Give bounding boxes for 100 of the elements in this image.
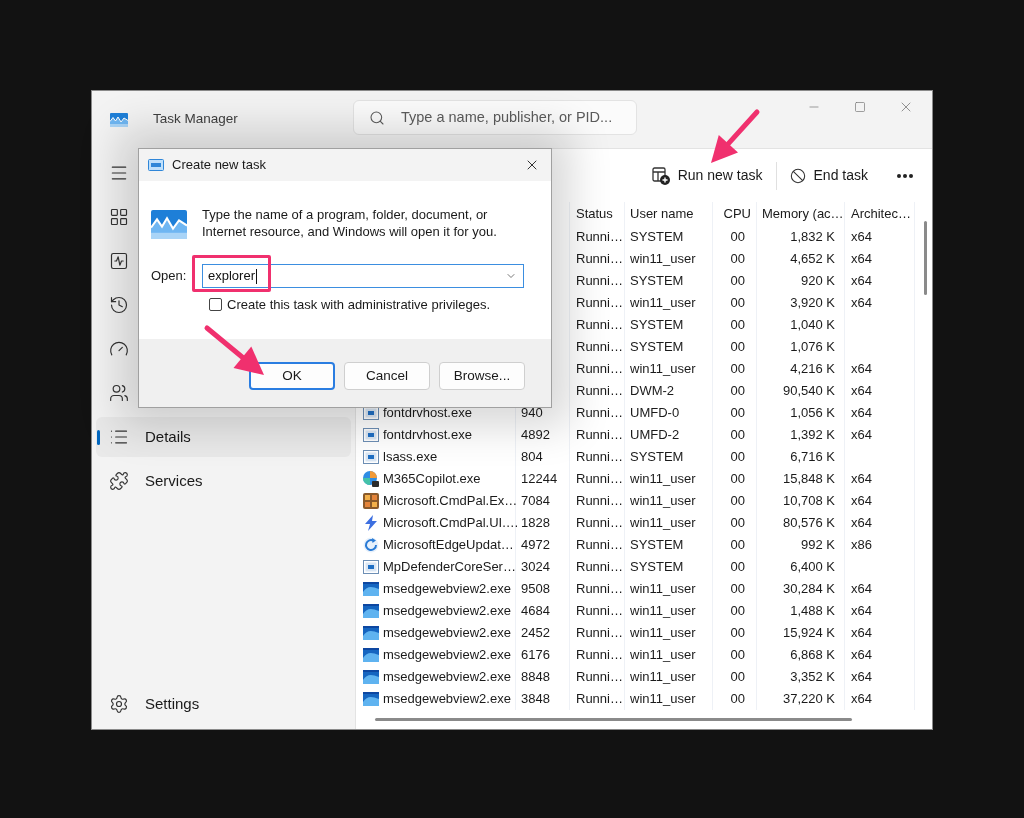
- table-cell-text: 00: [730, 316, 745, 335]
- table-cell-text: x64: [851, 360, 872, 379]
- table-cell-text: UMFD-2: [630, 426, 680, 445]
- table-cell-text: Runni…: [576, 250, 623, 269]
- table-cell-text: 4892: [521, 426, 550, 445]
- table-cell-text: 00: [730, 668, 745, 687]
- table-cell-text: 00: [730, 382, 745, 401]
- table-cell-text: Runni…: [576, 668, 623, 687]
- process-name: M365Copilot.exe: [383, 470, 481, 489]
- table-cell-text: 00: [730, 558, 745, 577]
- table-cell-text: Runni…: [576, 624, 623, 643]
- table-cell-text: x64: [851, 250, 872, 269]
- table-cell-text: Runni…: [576, 360, 623, 379]
- table-cell-text: 6,400 K: [790, 558, 835, 577]
- process-name: MicrosoftEdgeUpdat…: [383, 536, 514, 555]
- table-cell-text: 00: [730, 470, 745, 489]
- table-cell-text: 00: [730, 294, 745, 313]
- table-cell-text: win11_user: [630, 646, 696, 665]
- process-name: fontdrvhost.exe: [383, 426, 472, 445]
- table-cell-text: x64: [851, 668, 872, 687]
- table-cell-text: 15,924 K: [782, 624, 835, 643]
- table-cell-text: 37,220 K: [782, 690, 835, 709]
- table-cell-text: 992 K: [801, 536, 835, 555]
- table-cell-text: x64: [851, 624, 872, 643]
- table-cell-text: x86: [851, 536, 872, 555]
- table-cell-text: 804: [521, 448, 543, 467]
- table-cell-text: SYSTEM: [630, 448, 684, 467]
- table-cell-text: Runni…: [576, 536, 623, 555]
- process-name: lsass.exe: [383, 448, 438, 467]
- table-cell-text: x64: [851, 646, 872, 665]
- table-cell-text: SYSTEM: [630, 536, 684, 555]
- dialog-title: Create new task: [172, 156, 266, 175]
- table-cell-text: 920 K: [801, 272, 835, 291]
- table-cell-text: Runni…: [576, 514, 623, 533]
- table-cell-text: 15,848 K: [782, 470, 835, 489]
- table-cell-text: Runni…: [576, 690, 623, 709]
- table-cell-text: 4684: [521, 602, 550, 621]
- table-cell-text: Runni…: [576, 272, 623, 291]
- process-name: msedgewebview2.exe: [383, 646, 511, 665]
- table-cell-text: 00: [730, 492, 745, 511]
- table-cell-text: 00: [730, 624, 745, 643]
- table-cell-text: 00: [730, 448, 745, 467]
- table-cell-text: x64: [851, 404, 872, 423]
- table-cell-text: Runni…: [576, 492, 623, 511]
- table-cell-text: 9508: [521, 580, 550, 599]
- table-cell-text: Runni…: [576, 602, 623, 621]
- table-cell-text: 00: [730, 514, 745, 533]
- table-cell-text: 12244: [521, 470, 558, 489]
- table-cell-text: SYSTEM: [630, 228, 684, 247]
- checkbox-label: Create this task with administrative privileges.: [227, 296, 490, 314]
- table-cell-text: 7084: [521, 492, 550, 511]
- table-cell-text: 3,352 K: [790, 668, 835, 687]
- table-cell-text: win11_user: [630, 492, 696, 511]
- table-cell-text: x64: [851, 580, 872, 599]
- table-cell-text: 1,488 K: [790, 602, 835, 621]
- table-cell-text: Runni…: [576, 404, 623, 423]
- table-cell-text: x64: [851, 492, 872, 511]
- process-name: msedgewebview2.exe: [383, 602, 511, 621]
- table-cell-text: win11_user: [630, 470, 696, 489]
- table-cell-text: x64: [851, 690, 872, 709]
- table-cell-text: SYSTEM: [630, 272, 684, 291]
- table-cell-text: 3,920 K: [790, 294, 835, 313]
- process-name: fontdrvhost.exe: [383, 404, 472, 423]
- table-cell-text: win11_user: [630, 360, 696, 379]
- table-cell-text: 1,076 K: [790, 338, 835, 357]
- table-cell-text: x64: [851, 514, 872, 533]
- table-cell-text: 00: [730, 536, 745, 555]
- table-cell-text: 30,284 K: [782, 580, 835, 599]
- table-cell-text: 00: [730, 646, 745, 665]
- table-cell-text: 3848: [521, 690, 550, 709]
- table-cell-text: Runni…: [576, 426, 623, 445]
- table-cell-text: win11_user: [630, 580, 696, 599]
- table-cell-text: win11_user: [630, 602, 696, 621]
- table-cell-text: 6,716 K: [790, 448, 835, 467]
- table-cell-text: x64: [851, 382, 872, 401]
- process-name: msedgewebview2.exe: [383, 668, 511, 687]
- table-cell-text: x64: [851, 272, 872, 291]
- table-cell-text: x64: [851, 602, 872, 621]
- table-cell-text: 00: [730, 272, 745, 291]
- table-cell-text: win11_user: [630, 250, 696, 269]
- table-cell-text: 4,652 K: [790, 250, 835, 269]
- table-cell-text: 00: [730, 228, 745, 247]
- table-cell-text: 00: [730, 690, 745, 709]
- table-cell-text: 8848: [521, 668, 550, 687]
- table-cell-text: SYSTEM: [630, 558, 684, 577]
- table-cell-text: Runni…: [576, 382, 623, 401]
- table-cell-text: x64: [851, 426, 872, 445]
- table-cell-text: 10,708 K: [782, 492, 835, 511]
- table-cell-text: 4972: [521, 536, 550, 555]
- table-cell-text: 00: [730, 250, 745, 269]
- table-cell-text: win11_user: [630, 668, 696, 687]
- process-name: MpDefenderCoreSer…: [383, 558, 516, 577]
- table-cell-text: 1828: [521, 514, 550, 533]
- table-cell-text: 940: [521, 404, 543, 423]
- table-cell-text: 1,832 K: [790, 228, 835, 247]
- process-name: msedgewebview2.exe: [383, 624, 511, 643]
- table-cell-text: win11_user: [630, 690, 696, 709]
- table-cell-text: SYSTEM: [630, 316, 684, 335]
- table-cell-text: 2452: [521, 624, 550, 643]
- table-cell-text: 6176: [521, 646, 550, 665]
